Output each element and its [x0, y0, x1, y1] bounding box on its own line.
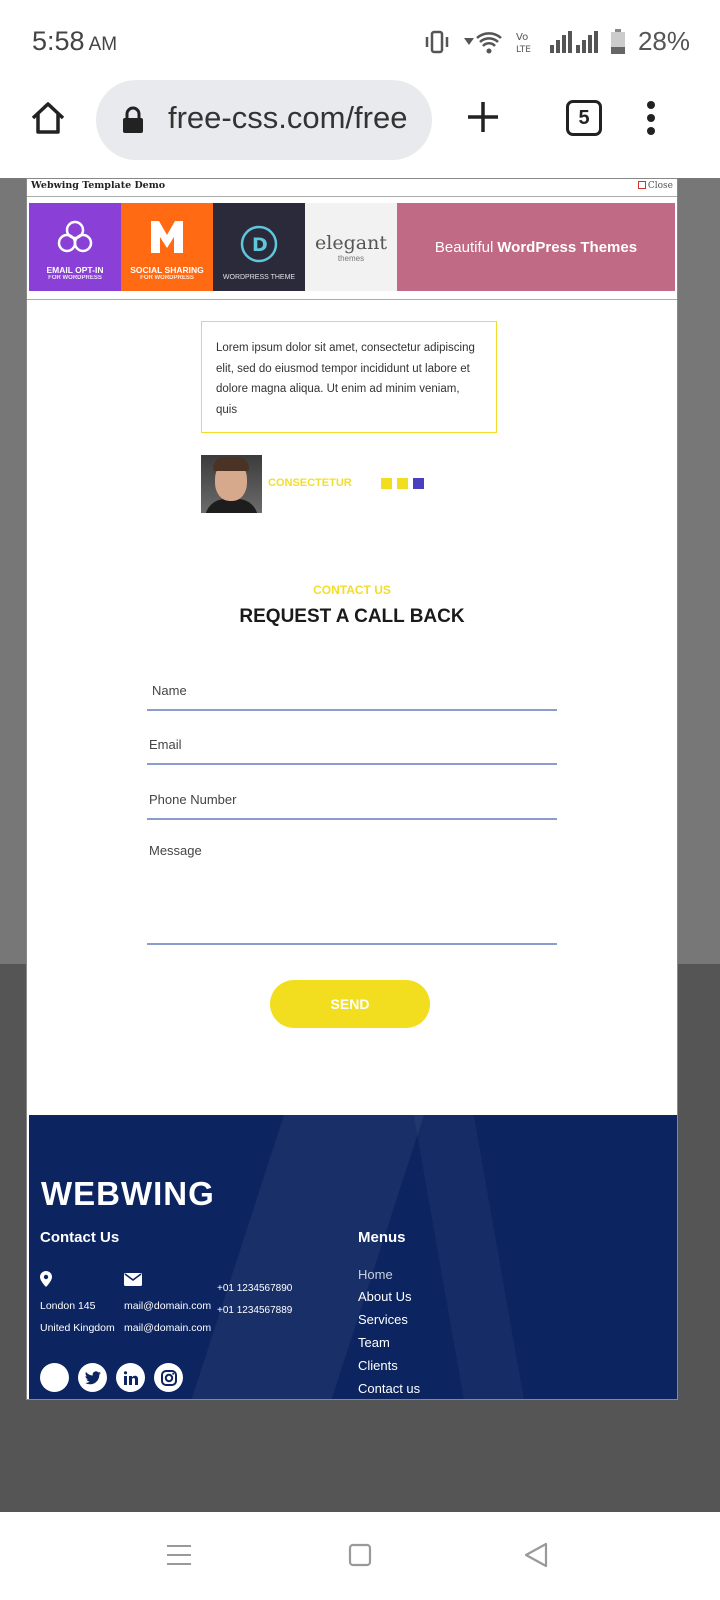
url-text: free-css.com/free — [168, 100, 408, 135]
contact-title: REQUEST A CALL BACK — [239, 606, 465, 627]
ad-banner[interactable]: EMAIL OPT-IN FOR WORDPRESS SOCIAL SHARIN… — [29, 203, 675, 291]
slider-dot-active[interactable] — [413, 478, 424, 489]
footer-menu-about[interactable]: About Us — [358, 1289, 411, 1304]
recent-apps-icon[interactable] — [166, 1544, 192, 1566]
slider-dot[interactable] — [397, 478, 408, 489]
linkedin-icon — [123, 1370, 138, 1385]
ad-tile-divi-theme[interactable]: D WORDPRESS THEME — [213, 203, 305, 291]
modal-title: Webwing Template Demo — [31, 180, 166, 191]
footer-email-link[interactable]: mail@domain.com — [124, 1317, 211, 1339]
signal-icon — [549, 30, 598, 53]
slider-dot[interactable] — [381, 478, 392, 489]
wifi-icon — [463, 31, 502, 53]
browser-toolbar: free-css.com/free 5 — [0, 80, 720, 178]
bloom-logo-icon — [57, 220, 93, 253]
ad-tile-elegant-themes[interactable]: elegant themes — [305, 203, 397, 291]
linkedin-button[interactable] — [116, 1363, 145, 1392]
vibrate-icon — [425, 30, 449, 53]
footer-menus-heading: Menus — [358, 1229, 406, 1246]
volte-icon: Vo LTE — [516, 32, 531, 54]
footer-emails: mail@domain.com mail@domain.com — [124, 1295, 211, 1339]
send-button[interactable]: SEND — [270, 980, 430, 1028]
footer-menu-services[interactable]: Services — [358, 1312, 408, 1327]
facebook-icon — [51, 1371, 58, 1385]
svg-text:D: D — [252, 234, 268, 256]
name-field[interactable] — [147, 671, 557, 711]
twitter-icon — [84, 1370, 101, 1384]
phone-field[interactable] — [147, 780, 557, 820]
close-icon — [637, 181, 646, 189]
status-bar: 5:58 AM Vo LTE 28% — [0, 0, 720, 80]
modal-title-bar: Webwing Template Demo Close — [27, 179, 677, 197]
footer-contact-heading: Contact Us — [40, 1229, 120, 1246]
testimonial-avatar — [201, 455, 262, 513]
system-navigation-bar — [0, 1512, 720, 1600]
template-demo-modal: Webwing Template Demo Close EMAIL OPT-IN… — [26, 178, 678, 1400]
lock-icon — [123, 106, 143, 133]
testimonial-author: CONSECTETUR — [268, 477, 352, 489]
battery-percent: 28% — [637, 26, 690, 56]
envelope-icon — [124, 1273, 142, 1286]
footer-email-link[interactable]: mail@domain.com — [124, 1295, 211, 1317]
divi-logo-icon: D — [240, 225, 278, 263]
message-field[interactable] — [147, 843, 557, 945]
twitter-button[interactable] — [78, 1363, 107, 1392]
contact-kicker: CONTACT US — [313, 583, 391, 597]
testimonial-slider-dots — [381, 478, 424, 489]
home-icon[interactable] — [28, 98, 68, 138]
battery-icon — [610, 28, 625, 54]
footer-menu-team[interactable]: Team — [358, 1335, 390, 1350]
svg-text:LTE: LTE — [516, 45, 531, 54]
tab-switcher-button[interactable]: 5 — [566, 100, 602, 136]
footer-menu-clients[interactable]: Clients — [358, 1358, 398, 1373]
back-icon[interactable] — [524, 1542, 548, 1568]
footer-menu-home[interactable]: Home — [358, 1267, 393, 1282]
ad-tile-social-sharing[interactable]: SOCIAL SHARING FOR WORDPRESS — [121, 203, 213, 291]
ad-tile-email-optin[interactable]: EMAIL OPT-IN FOR WORDPRESS — [29, 203, 121, 291]
address-bar[interactable]: free-css.com/free — [96, 80, 432, 160]
facebook-button[interactable] — [40, 1363, 69, 1392]
modal-divider — [27, 299, 677, 300]
site-footer: WEBWING Contact Us Menus London 145 Unite… — [29, 1115, 677, 1399]
status-icons: Vo LTE 28% — [424, 26, 690, 57]
modal-close-button[interactable]: Close — [637, 181, 673, 191]
home-nav-icon[interactable] — [348, 1543, 372, 1567]
svg-text:Vo: Vo — [516, 32, 528, 43]
email-field[interactable] — [147, 725, 557, 765]
more-options-icon[interactable] — [644, 100, 658, 136]
footer-phones: +01 1234567890 +01 1234567889 — [217, 1283, 293, 1316]
footer-logo[interactable]: WEBWING — [41, 1175, 215, 1213]
map-pin-icon — [40, 1271, 52, 1287]
footer-menu-contact[interactable]: Contact us — [358, 1381, 420, 1396]
status-time: 5:58 AM — [32, 26, 118, 56]
new-tab-icon[interactable] — [466, 100, 500, 134]
ad-tagline[interactable]: Beautiful WordPress Themes — [397, 203, 675, 291]
instagram-icon — [160, 1369, 177, 1386]
footer-address: London 145 United Kingdom — [40, 1300, 115, 1334]
monarch-logo-icon — [151, 221, 183, 253]
testimonial-quote: Lorem ipsum dolor sit amet, consectetur … — [201, 321, 497, 433]
instagram-button[interactable] — [154, 1363, 183, 1392]
